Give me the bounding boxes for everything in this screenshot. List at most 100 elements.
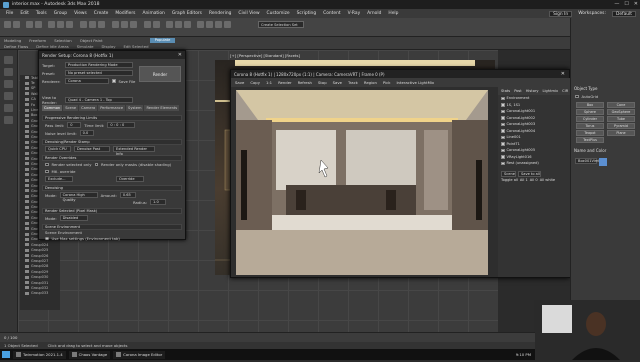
lightmix-checkbox[interactable] [501, 96, 505, 100]
minimize-icon[interactable]: — [614, 1, 619, 7]
menu-vray[interactable]: V-Ray [348, 11, 361, 16]
close-icon[interactable]: ✕ [561, 71, 565, 77]
menu-graph-editors[interactable]: Graph Editors [172, 11, 202, 16]
tab-common[interactable]: Common [42, 105, 63, 111]
menu-arnold[interactable]: Arnold [367, 11, 381, 16]
menu-views[interactable]: Views [74, 11, 87, 16]
denoise-dropdown[interactable]: Quick CPU [45, 146, 71, 152]
object-name-input[interactable]: Box001Vimtekil [575, 158, 606, 164]
menu-group[interactable]: Group [54, 11, 67, 16]
lightmix-checkbox[interactable] [501, 116, 505, 120]
menu-edit[interactable]: Edit [20, 11, 29, 16]
all-white-button[interactable]: All white [540, 178, 555, 182]
scene-env-rollout[interactable]: Scene Environment [42, 224, 182, 230]
exclude-button[interactable]: Exclude... [45, 176, 73, 182]
time-limit-input[interactable]: 0 : 0 : 0 [107, 122, 136, 128]
save-file-checkbox[interactable] [112, 79, 116, 83]
mtl-override-checkbox[interactable] [45, 169, 49, 174]
save-to-all-button[interactable]: Save to all [517, 170, 541, 177]
select-icon[interactable] [48, 21, 55, 28]
tube-button[interactable]: Tube [607, 116, 635, 122]
frame-buffer-icon[interactable] [215, 21, 222, 28]
ribbon-tab-object-paint[interactable]: Object Paint [80, 38, 103, 43]
mirror-icon[interactable] [144, 21, 151, 28]
render-setup-titlebar[interactable]: Render Setup: Corona 8 (Hotfix 1) ✕ [39, 51, 185, 59]
geometry-filter-icon[interactable] [4, 68, 13, 76]
helpers-filter-icon[interactable] [4, 116, 13, 124]
viewport-label[interactable]: [+] [Perspective] [Standard] [Facets] [230, 53, 300, 58]
all-1-button[interactable]: All 1 [520, 178, 528, 182]
scale-icon[interactable] [98, 21, 105, 28]
ribbon-tab-modeling[interactable]: Modeling [4, 38, 21, 43]
geosphere-button[interactable]: GeoSphere [607, 109, 635, 115]
menu-scripting[interactable]: Scripting [297, 11, 317, 16]
vfb-copy-button[interactable]: Copy [250, 80, 260, 85]
object-color-swatch[interactable] [599, 158, 607, 166]
render-icon[interactable] [224, 21, 231, 28]
plane-button[interactable]: Plane [607, 130, 635, 136]
render-selected-checkbox[interactable] [45, 162, 49, 167]
overrides-rollout[interactable]: Render Overrides [42, 155, 182, 161]
tab-performance[interactable]: Performance [98, 105, 126, 111]
vfb-interactive-lightmix-button[interactable]: Interactive LightMix [396, 80, 434, 85]
selection-set-dropdown[interactable]: Create Selection Set [258, 21, 304, 28]
maximize-icon[interactable]: ☐ [624, 1, 628, 7]
textplus-button[interactable]: TextPlus [576, 137, 604, 143]
menu-animation[interactable]: Animation [142, 11, 164, 16]
redo-icon[interactable] [13, 21, 20, 28]
name-color-header[interactable]: Name and Color [571, 146, 609, 155]
undo-icon[interactable] [4, 21, 11, 28]
lightmix-checkbox[interactable] [501, 155, 505, 159]
override-button[interactable]: Override [116, 176, 144, 182]
target-dropdown[interactable]: Production Rendering Mode [65, 62, 133, 68]
lights-filter-icon[interactable] [4, 92, 13, 100]
edit-selected-button[interactable]: Edit Selected [123, 44, 148, 49]
filter-icon[interactable] [4, 56, 13, 64]
mask-mode-dropdown[interactable]: Disabled [59, 215, 88, 221]
tab-history[interactable]: History [526, 89, 539, 93]
menu-rendering[interactable]: Rendering [209, 11, 231, 16]
angle-snap-icon[interactable] [121, 21, 128, 28]
ribbon-tab-freeform[interactable]: Freeform [29, 38, 46, 43]
tab-cir[interactable]: CIR [562, 89, 568, 93]
define-idle-areas-button[interactable]: Define Idle Areas [36, 44, 68, 49]
snap-icon[interactable] [112, 21, 119, 28]
render-masks-checkbox[interactable] [94, 162, 98, 167]
tab-scene[interactable]: Scene [63, 105, 79, 111]
move-icon[interactable] [80, 21, 87, 28]
render-selected-rollout[interactable]: Render Selected (Pixel Mask) [42, 208, 182, 214]
windows-start-icon[interactable] [2, 351, 10, 358]
all-0-button[interactable]: All 0 [530, 178, 538, 182]
sign-in-button[interactable]: Sign In [549, 10, 573, 17]
object-type-header[interactable]: Object Type [571, 84, 640, 93]
vfb-track-button[interactable]: Track [348, 80, 358, 85]
lightmix-checkbox[interactable] [501, 142, 505, 146]
rendered-image[interactable] [236, 90, 488, 275]
ribbon-tab-populate[interactable]: Populate [150, 38, 175, 43]
scene-item[interactable]: Group033 [20, 291, 60, 296]
cone-button[interactable]: Cone [607, 102, 635, 108]
lightmix-checkbox[interactable] [501, 161, 505, 165]
tab-render-elements[interactable]: Render Elements [144, 105, 180, 111]
denoise-post-button[interactable]: Denoise Post [74, 146, 110, 152]
renderer-dropdown[interactable]: Corona [65, 78, 109, 84]
select-by-name-icon[interactable] [57, 21, 64, 28]
sphere-button[interactable]: Sphere [576, 109, 604, 115]
curve-editor-icon[interactable] [175, 21, 182, 28]
autogrid-checkbox[interactable] [575, 94, 579, 99]
toggle-all-button[interactable]: Toggle all [501, 178, 518, 182]
tab-camera[interactable]: Camera [79, 105, 98, 111]
menu-create[interactable]: Create [94, 11, 109, 16]
align-icon[interactable] [153, 21, 160, 28]
denoise-mode-dropdown[interactable]: Corona High Quality [59, 192, 98, 202]
vfb-titlebar[interactable]: Corona 8 (Hotfix 1) | 1280x720px (1:1) |… [231, 70, 569, 78]
denoising-rollout[interactable]: Denoising [42, 185, 182, 191]
unlink-icon[interactable] [35, 21, 42, 28]
close-icon[interactable]: ✕ [178, 52, 182, 58]
scene-button[interactable]: Scene [501, 170, 516, 177]
menu-file[interactable]: File [6, 11, 13, 16]
menu-civil-view[interactable]: Civil View [238, 11, 259, 16]
pyramid-button[interactable]: Pyramid [607, 123, 635, 129]
tab-system[interactable]: System [126, 105, 144, 111]
link-icon[interactable] [26, 21, 33, 28]
